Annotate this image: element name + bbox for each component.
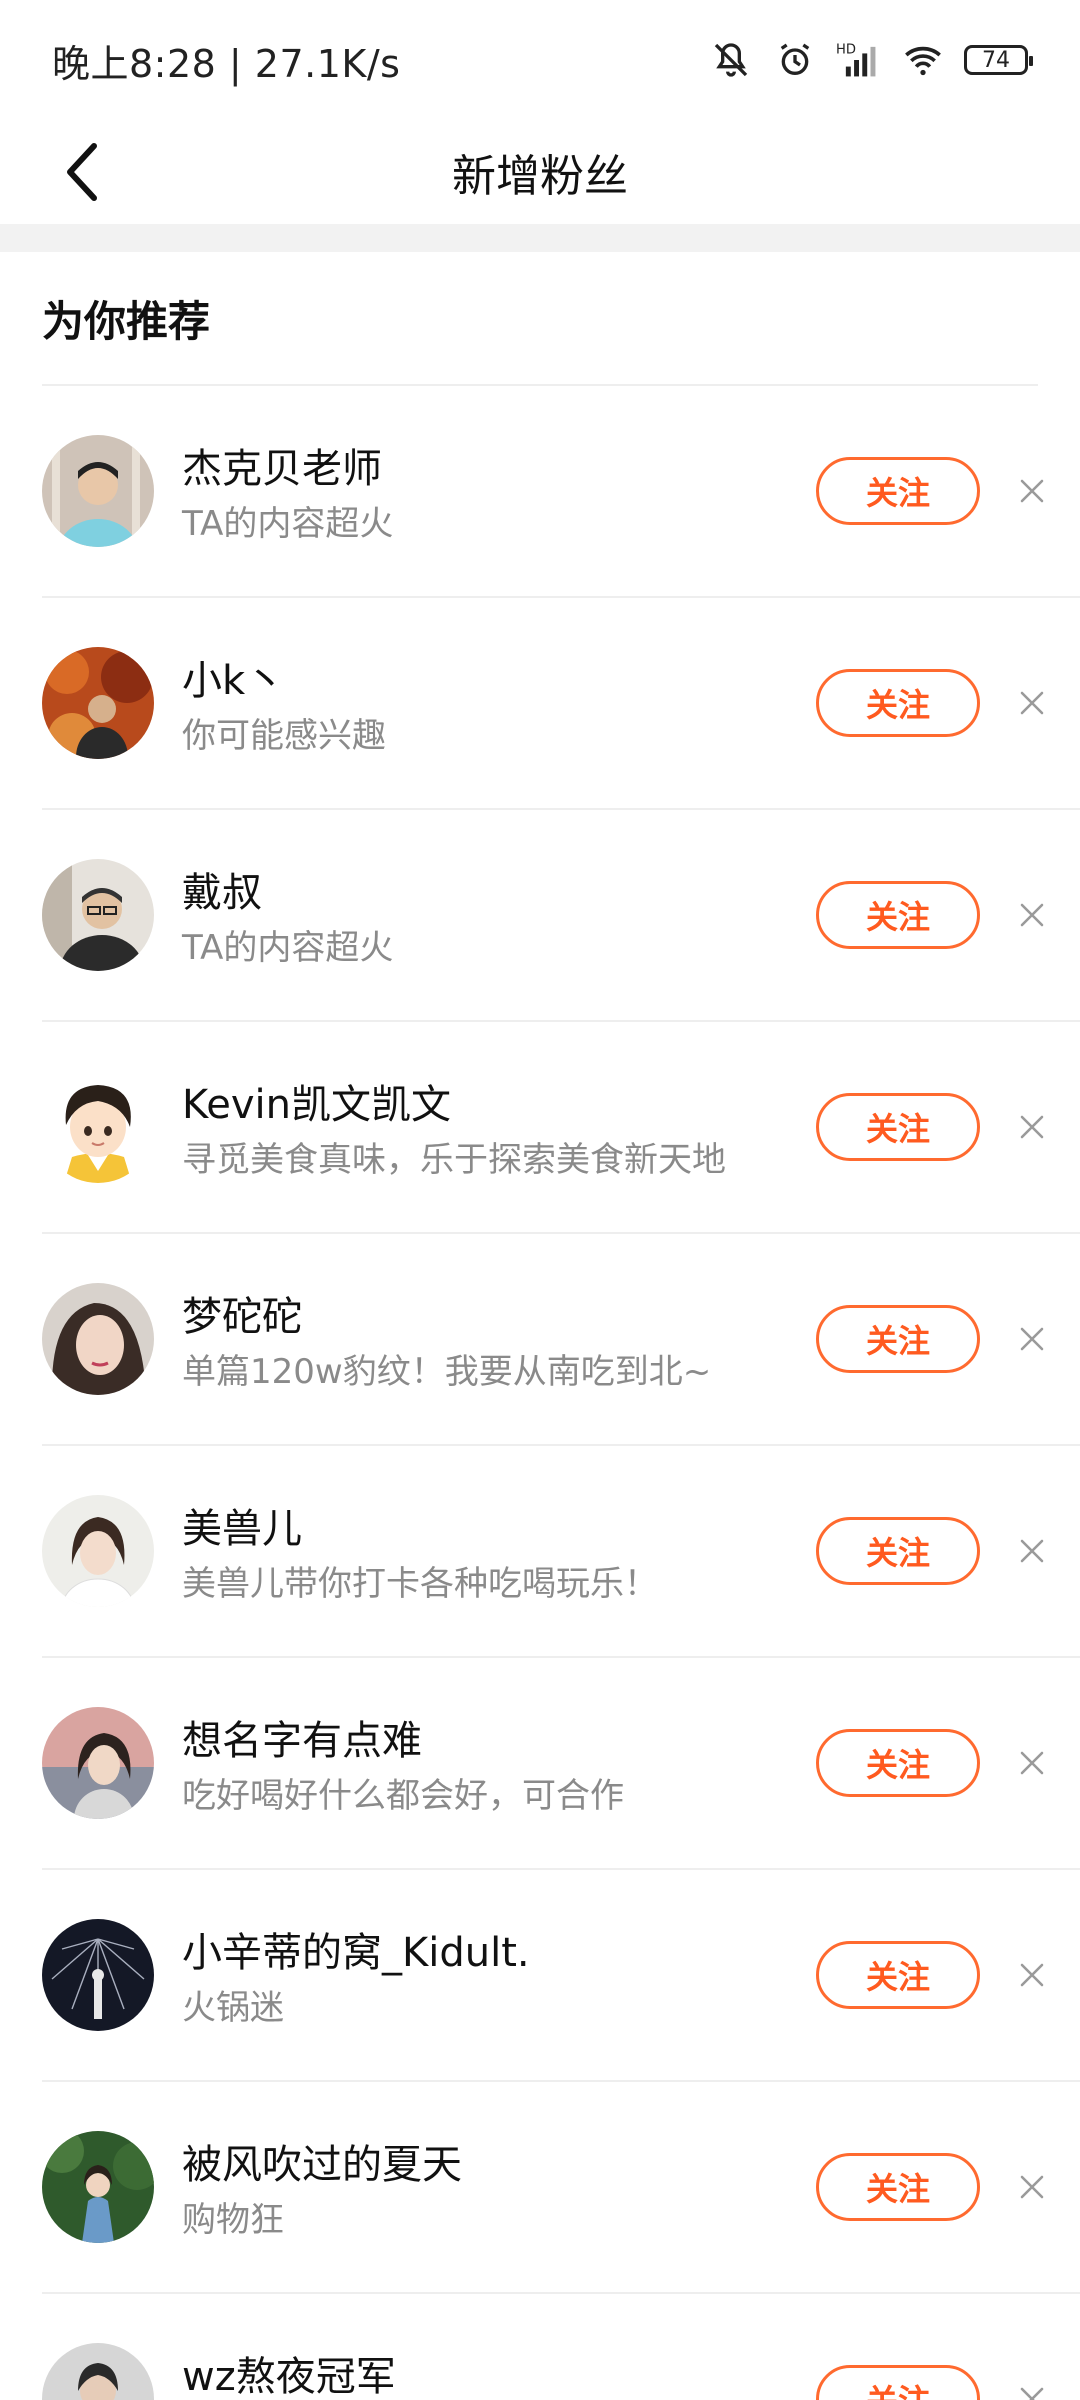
- list-item[interactable]: 杰克贝老师 TA的内容超火 关注: [42, 386, 1080, 598]
- user-name: 美兽儿: [182, 1506, 302, 1552]
- follow-button[interactable]: 关注: [816, 2365, 980, 2400]
- recommendation-list: 杰克贝老师 TA的内容超火 关注 小k丶 你可能感兴趣 关注 戴叔 TA的内容超…: [0, 386, 1080, 2400]
- user-subtitle: 吃好喝好什么都会好，可合作: [182, 1776, 624, 1816]
- user-subtitle: 购物狂: [182, 2200, 284, 2240]
- dismiss-button[interactable]: [1010, 1317, 1054, 1361]
- close-icon: [1020, 479, 1044, 503]
- wifi-icon: [900, 37, 946, 83]
- follow-button[interactable]: 关注: [816, 2153, 980, 2221]
- svg-text:HD: HD: [836, 42, 856, 57]
- mute-bell-icon: [708, 37, 754, 83]
- user-subtitle: 寻觅美食真味，乐于探索美食新天地: [182, 1140, 726, 1180]
- list-item[interactable]: 被风吹过的夏天 购物狂 关注: [42, 2082, 1080, 2294]
- user-subtitle: 单篇120w豹纹！我要从南吃到北~: [182, 1352, 712, 1392]
- avatar[interactable]: [42, 1919, 154, 2031]
- list-item[interactable]: 戴叔 TA的内容超火 关注: [42, 810, 1080, 1022]
- status-time-speed: 晚上8:28 | 27.1K/s: [52, 41, 401, 86]
- user-name: 小k丶: [182, 658, 286, 704]
- list-item[interactable]: 想名字有点难 吃好喝好什么都会好，可合作 关注: [42, 1658, 1080, 1870]
- user-name: 被风吹过的夏天: [182, 2142, 462, 2188]
- dismiss-button[interactable]: [1010, 2377, 1054, 2400]
- avatar[interactable]: [42, 2343, 154, 2400]
- avatar[interactable]: [42, 435, 154, 547]
- list-item[interactable]: Kevin凯文凯文 寻觅美食真味，乐于探索美食新天地 关注: [42, 1022, 1080, 1234]
- follow-button[interactable]: 关注: [816, 457, 980, 525]
- avatar[interactable]: [42, 1071, 154, 1183]
- dismiss-button[interactable]: [1010, 1529, 1054, 1573]
- close-icon: [1020, 1963, 1044, 1987]
- user-subtitle: 你可能感兴趣: [182, 716, 386, 756]
- follow-button[interactable]: 关注: [816, 669, 980, 737]
- back-button[interactable]: [52, 142, 112, 202]
- user-name: 小辛蒂的窝_Kidult.: [182, 1930, 530, 1976]
- dismiss-button[interactable]: [1010, 1741, 1054, 1785]
- alarm-icon: [772, 37, 818, 83]
- close-icon: [1020, 903, 1044, 927]
- follow-button[interactable]: 关注: [816, 1941, 980, 2009]
- dismiss-button[interactable]: [1010, 469, 1054, 513]
- dismiss-button[interactable]: [1010, 681, 1054, 725]
- avatar[interactable]: [42, 2131, 154, 2243]
- status-bar: 晚上8:28 | 27.1K/s HD 74: [0, 0, 1080, 120]
- close-icon: [1020, 1751, 1044, 1775]
- close-icon: [1020, 1539, 1044, 1563]
- user-subtitle: 火锅迷: [182, 1988, 284, 2028]
- user-name: 梦砣砣: [182, 1294, 302, 1340]
- screen: 晚上8:28 | 27.1K/s HD 74 新增粉丝 为你推荐 杰克贝老师 T…: [0, 0, 1080, 2400]
- dismiss-button[interactable]: [1010, 2165, 1054, 2209]
- hd-signal-icon: HD: [836, 37, 882, 83]
- section-title: 为你推荐: [42, 296, 211, 346]
- user-name: 戴叔: [182, 870, 262, 916]
- avatar[interactable]: [42, 859, 154, 971]
- avatar[interactable]: [42, 647, 154, 759]
- user-subtitle: TA的内容超火: [182, 504, 394, 544]
- list-item[interactable]: 美兽儿 美兽儿带你打卡各种吃喝玩乐！ 关注: [42, 1446, 1080, 1658]
- user-subtitle: TA的内容超火: [182, 928, 394, 968]
- close-icon: [1020, 2175, 1044, 2199]
- dismiss-button[interactable]: [1010, 1953, 1054, 1997]
- chevron-left-icon: [67, 143, 97, 201]
- dismiss-button[interactable]: [1010, 893, 1054, 937]
- avatar[interactable]: [42, 1707, 154, 1819]
- list-item[interactable]: 小辛蒂的窝_Kidult. 火锅迷 关注: [42, 1870, 1080, 2082]
- user-name: Kevin凯文凯文: [182, 1082, 451, 1128]
- follow-button[interactable]: 关注: [816, 1517, 980, 1585]
- user-name: 想名字有点难: [182, 1718, 422, 1764]
- list-item[interactable]: 小k丶 你可能感兴趣 关注: [42, 598, 1080, 810]
- battery-icon: 74: [964, 45, 1033, 75]
- title-bar: 新增粉丝: [0, 120, 1080, 224]
- follow-button[interactable]: 关注: [816, 1305, 980, 1373]
- avatar[interactable]: [42, 1283, 154, 1395]
- user-subtitle: 美兽儿带你打卡各种吃喝玩乐！: [182, 1564, 658, 1604]
- close-icon: [1020, 2387, 1044, 2400]
- dismiss-button[interactable]: [1010, 1105, 1054, 1149]
- follow-button[interactable]: 关注: [816, 881, 980, 949]
- divider-band: [0, 224, 1080, 252]
- close-icon: [1020, 691, 1044, 715]
- follow-button[interactable]: 关注: [816, 1093, 980, 1161]
- status-icons: HD 74: [708, 37, 1033, 83]
- avatar[interactable]: [42, 1495, 154, 1607]
- user-name: wz熬夜冠军: [182, 2354, 396, 2400]
- follow-button[interactable]: 关注: [816, 1729, 980, 1797]
- page-title: 新增粉丝: [452, 151, 628, 202]
- list-item[interactable]: 梦砣砣 单篇120w豹纹！我要从南吃到北~ 关注: [42, 1234, 1080, 1446]
- list-item[interactable]: wz熬夜冠军 关注: [42, 2294, 1080, 2400]
- section-header: 为你推荐: [42, 252, 1038, 386]
- close-icon: [1020, 1115, 1044, 1139]
- close-icon: [1020, 1327, 1044, 1351]
- user-name: 杰克贝老师: [182, 446, 382, 492]
